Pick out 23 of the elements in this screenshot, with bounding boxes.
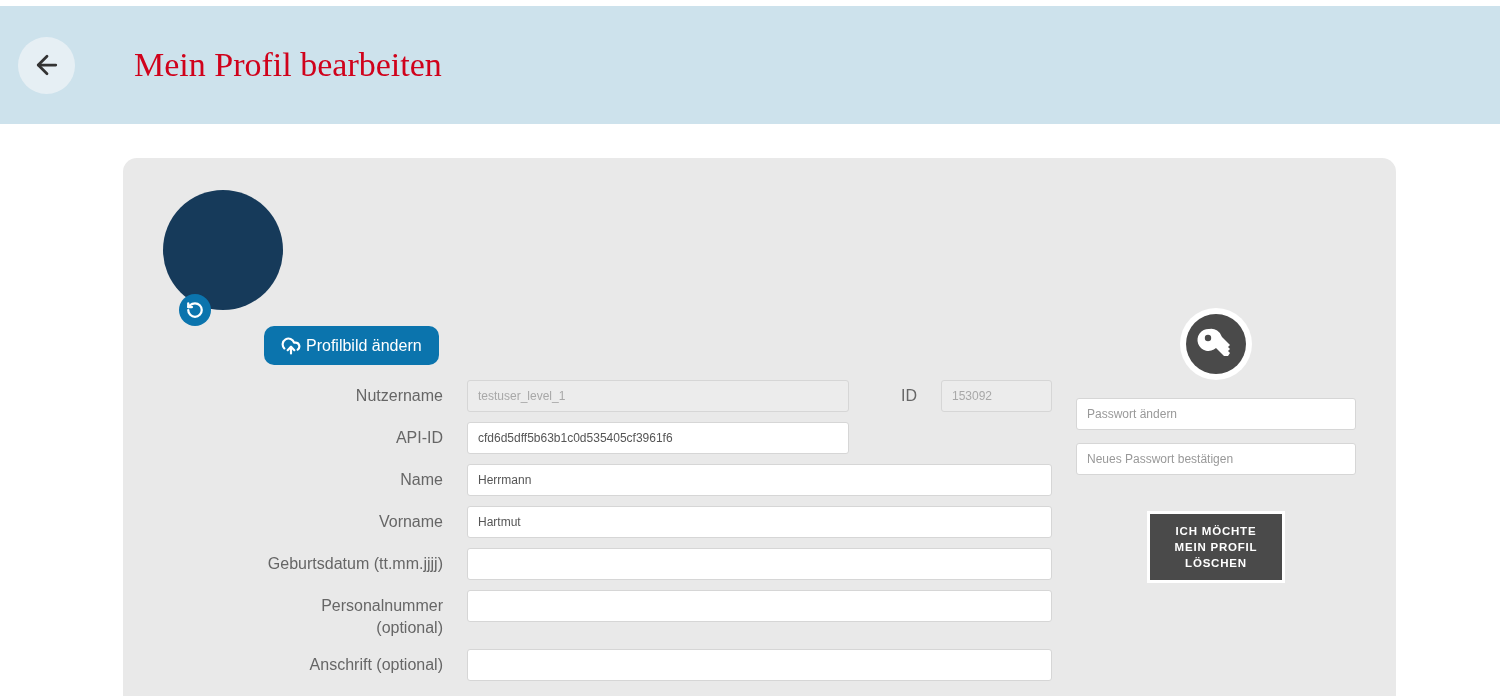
delete-profile-button[interactable]: ICH MÖCHTE MEIN PROFIL LÖSCHEN xyxy=(1147,511,1285,583)
input-field[interactable]: Herrmann xyxy=(467,464,1052,496)
field-label: Personalnummer (optional) xyxy=(320,596,443,638)
field-label: Vorname xyxy=(377,512,443,532)
undo-icon xyxy=(186,301,204,319)
change-photo-button[interactable]: Profilbild ändern xyxy=(264,326,439,365)
field-label: Anschrift (optional) xyxy=(308,655,443,675)
input-field[interactable]: Hartmut xyxy=(467,506,1052,538)
field-label: Geburtsdatum (tt.mm.jjjj) xyxy=(266,554,443,574)
field-label: API-ID xyxy=(394,428,443,448)
input-field[interactable] xyxy=(467,590,1052,622)
field-label: Nutzername xyxy=(354,386,443,406)
input-field[interactable]: cfd6d5dff5b63b1c0d535405cf3961f6 xyxy=(467,422,849,454)
page-title: Mein Profil bearbeiten xyxy=(134,46,442,84)
field-label: Name xyxy=(399,470,443,490)
cloud-upload-icon xyxy=(281,335,301,356)
back-button[interactable] xyxy=(18,36,75,94)
password-field[interactable]: Passwort ändern xyxy=(1076,398,1356,430)
password-field[interactable]: Neues Passwort bestätigen xyxy=(1076,443,1356,475)
input-field[interactable] xyxy=(467,649,1052,681)
field-label: ID xyxy=(900,386,917,406)
input-field[interactable] xyxy=(467,548,1052,580)
reset-photo-button[interactable] xyxy=(179,294,211,326)
